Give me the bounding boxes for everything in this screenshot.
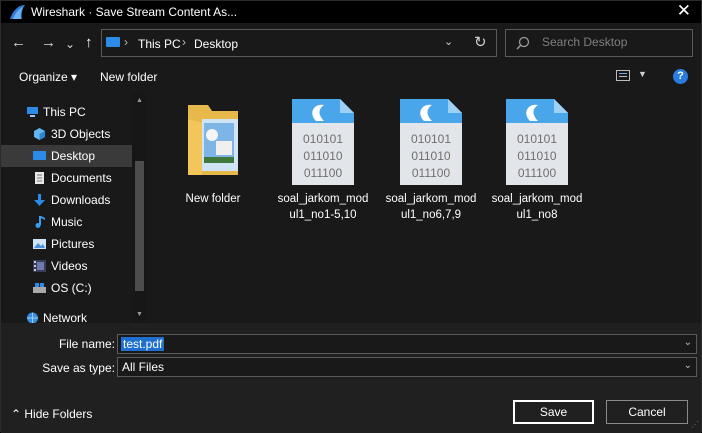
new-folder-button[interactable]: New folder: [100, 70, 157, 84]
file-name-line: ul1_no6,7,9: [400, 209, 462, 221]
file-name: soal_jarkom_mod ul1_no1-5,10: [273, 191, 373, 223]
binary-file-icon: 010101 011010 011100: [400, 99, 462, 185]
binary-line: 011010: [517, 149, 556, 163]
scrollbar-thumb[interactable]: [135, 161, 144, 291]
organize-button[interactable]: Organize ▾: [19, 70, 77, 84]
chevron-down-icon[interactable]: ⌄: [444, 35, 453, 48]
pc-icon: [27, 107, 38, 117]
folder-icon: [188, 105, 238, 175]
window-title: Wireshark · Save Stream Content As...: [31, 5, 238, 19]
binary-line: 010101: [517, 132, 557, 146]
search-box[interactable]: [505, 29, 693, 57]
file-name: New folder: [185, 193, 241, 205]
breadcrumb-separator: ›: [182, 35, 186, 49]
search-icon: [516, 36, 530, 50]
binary-line: 010101: [411, 132, 451, 146]
breadcrumb-this-pc[interactable]: This PC: [138, 37, 181, 51]
music-icon: [35, 216, 45, 228]
sidebar-item-label: Videos: [51, 259, 88, 273]
file-name-line: ul1_no1-5,10: [289, 209, 357, 221]
recent-locations-icon[interactable]: ⌄: [65, 35, 75, 53]
file-name-field[interactable]: test.pdf ⌄: [117, 334, 697, 354]
sidebar-item-documents[interactable]: Documents: [1, 167, 132, 189]
sidebar-item-videos[interactable]: Videos: [1, 255, 132, 277]
sidebar-item-desktop[interactable]: Desktop: [1, 145, 132, 167]
binary-line: 011010: [411, 149, 450, 163]
close-icon[interactable]: ✕: [677, 2, 691, 20]
network-icon: [27, 312, 38, 323]
up-arrow-icon[interactable]: ↑: [85, 34, 93, 52]
help-icon[interactable]: ?: [673, 69, 688, 84]
cube-icon: [34, 128, 45, 140]
binary-line: 010101: [303, 132, 343, 146]
binary-line: 011100: [304, 166, 343, 180]
title-bar: Wireshark · Save Stream Content As... ✕: [1, 1, 701, 23]
file-list: New folder 010101 011010 011100 soal_jar…: [149, 93, 701, 323]
sidebar-item-network[interactable]: Network: [1, 307, 132, 323]
sidebar-item-downloads[interactable]: Downloads: [1, 189, 132, 211]
view-dropdown-icon[interactable]: ▼: [638, 69, 647, 79]
file-name-label: File name:: [58, 337, 115, 351]
back-arrow-icon[interactable]: ←: [11, 34, 26, 52]
breadcrumb-desktop[interactable]: Desktop: [194, 37, 238, 51]
sidebar-item-label: Desktop: [51, 149, 96, 163]
sidebar-item-this-pc[interactable]: This PC: [1, 101, 132, 123]
desktop-icon: [33, 151, 46, 160]
wireshark-fin-icon: [10, 5, 25, 19]
chevron-down-icon[interactable]: ⌄: [684, 337, 692, 348]
documents-icon: [35, 172, 44, 184]
sidebar-item-label: This PC: [43, 105, 86, 119]
scroll-down-icon[interactable]: ▼: [136, 311, 143, 318]
sidebar-item-label: Music: [51, 215, 83, 229]
pc-icon: [106, 37, 120, 47]
binary-line: 011100: [518, 166, 557, 180]
nav-pane-scrollbar[interactable]: ▲ ▼: [132, 93, 147, 323]
sidebar-item-label: Network: [43, 311, 88, 323]
sidebar-item-3d-objects[interactable]: 3D Objects: [1, 123, 132, 145]
save-type-label: Save as type:: [42, 361, 115, 375]
cancel-button[interactable]: Cancel: [606, 400, 688, 424]
resize-grip-icon[interactable]: ⋰: [691, 420, 699, 429]
sidebar-item-label: OS (C:): [51, 281, 92, 295]
save-button[interactable]: Save: [513, 400, 594, 424]
file-name: soal_jarkom_mod ul1_no6,7,9: [381, 191, 481, 223]
file-name-line: soal_jarkom_mod: [277, 193, 369, 205]
sidebar-item-os-c[interactable]: OS (C:): [1, 277, 132, 299]
binary-line: 011100: [412, 166, 451, 180]
scroll-up-icon[interactable]: ▲: [136, 97, 143, 104]
save-dialog: Wireshark · Save Stream Content As... ✕ …: [0, 0, 702, 433]
sidebar-item-label: Downloads: [51, 193, 111, 207]
navigation-pane: This PC 3D Objects Desktop Documents Dow…: [1, 93, 147, 323]
save-type-value: All Files: [122, 360, 165, 374]
binary-line: 011010: [303, 149, 342, 163]
binary-file-icon: 010101 011010 011100: [506, 99, 568, 185]
forward-arrow-icon[interactable]: →: [41, 34, 56, 52]
sidebar-item-label: Pictures: [51, 237, 95, 251]
pictures-icon: [33, 239, 46, 249]
change-view-icon[interactable]: [616, 70, 630, 81]
file-name-line: soal_jarkom_mod: [385, 193, 477, 205]
sidebar-item-label: Documents: [51, 171, 112, 185]
chevron-down-icon[interactable]: ⌄: [684, 360, 692, 371]
file-name-line: soal_jarkom_mod: [491, 193, 583, 205]
address-bar[interactable]: › This PC › Desktop ⌄ ↻: [101, 29, 497, 57]
sidebar-item-label: 3D Objects: [51, 127, 111, 141]
file-name: soal_jarkom_mod ul1_no8: [487, 191, 587, 223]
breadcrumb-separator: ›: [124, 35, 128, 49]
sidebar-item-pictures[interactable]: Pictures: [1, 233, 132, 255]
sidebar-item-music[interactable]: Music: [1, 211, 132, 233]
refresh-icon[interactable]: ↻: [474, 33, 487, 51]
file-name-value[interactable]: test.pdf: [121, 337, 165, 351]
drive-icon: [33, 283, 46, 293]
download-icon: [34, 194, 45, 206]
search-input[interactable]: [542, 35, 682, 49]
binary-file-icon: 010101 011010 011100: [292, 99, 354, 185]
file-name-line: ul1_no8: [516, 209, 558, 221]
videos-icon: [33, 260, 46, 272]
save-type-select[interactable]: All Files ⌄: [117, 357, 697, 377]
hide-folders-button[interactable]: ⌃ Hide Folders: [11, 407, 92, 421]
toolbar: Organize ▾ New folder: [1, 63, 701, 91]
